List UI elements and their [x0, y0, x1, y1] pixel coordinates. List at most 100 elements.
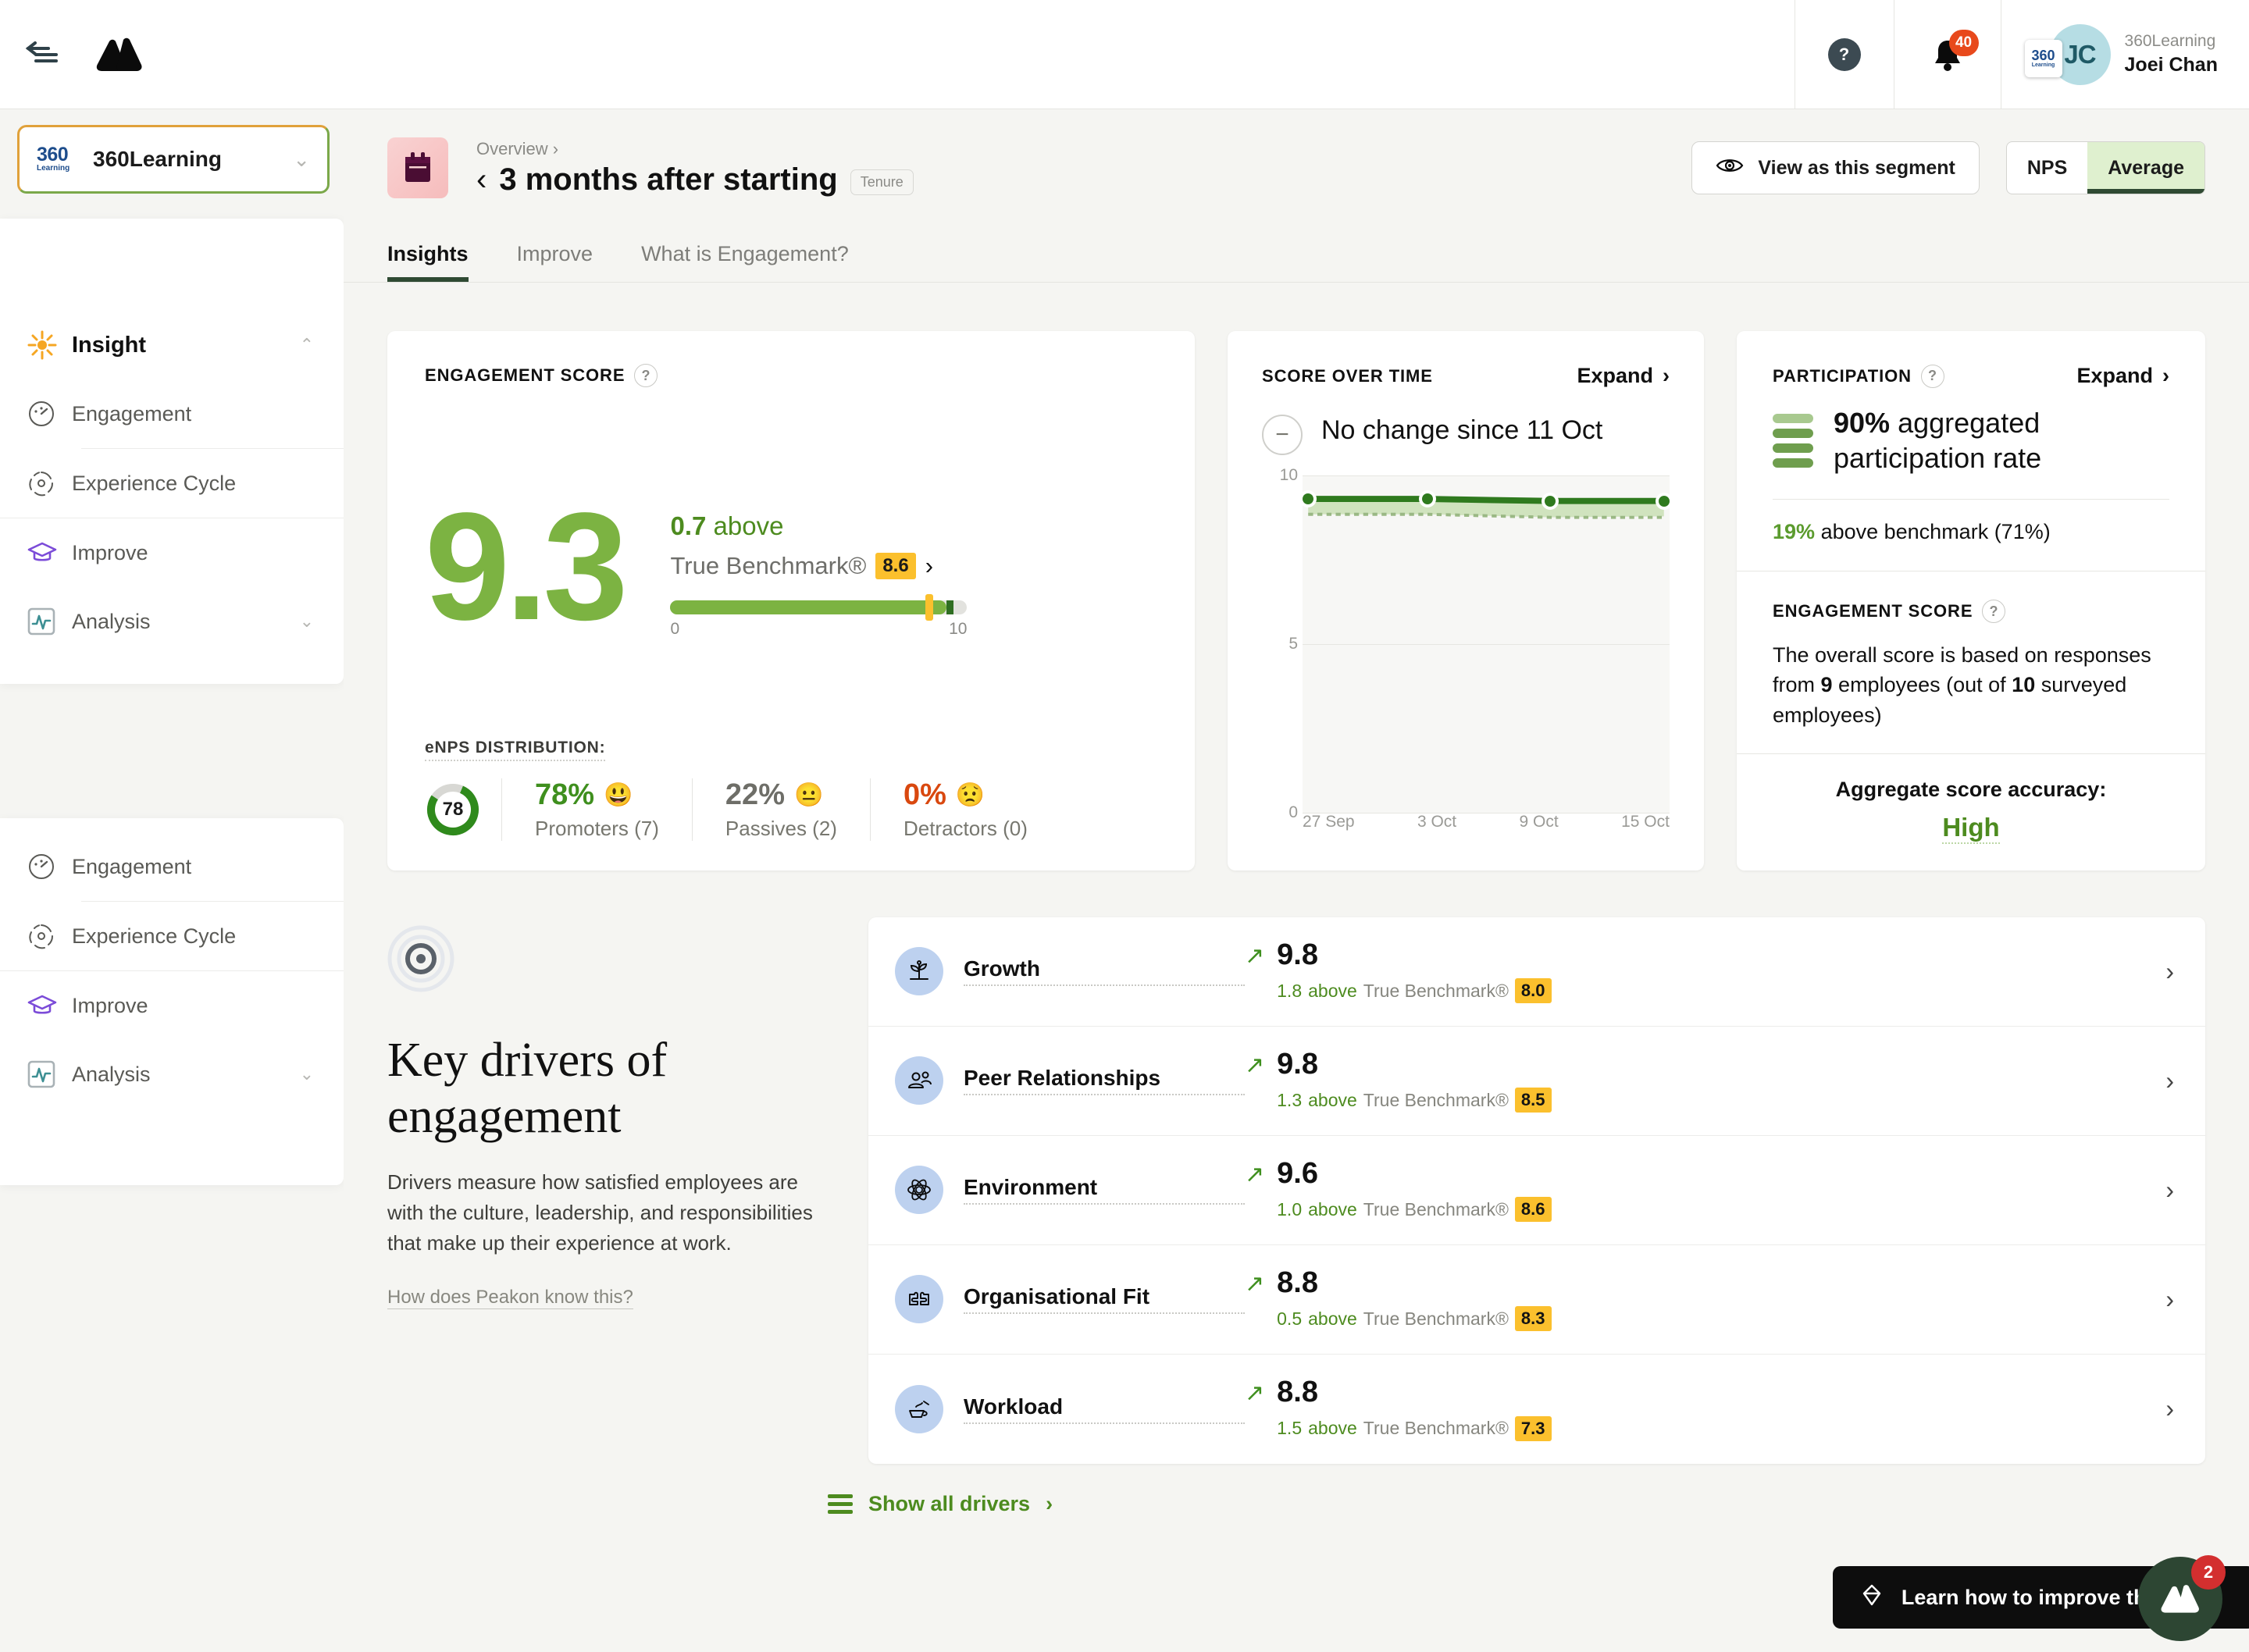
driver-name: Environment — [964, 1175, 1245, 1205]
sidebar-item-experience-cycle[interactable]: Experience Cycle — [0, 449, 344, 518]
benchmark-bar: 0 10 — [670, 594, 968, 639]
enps-passives-pct: 22% — [725, 778, 785, 811]
back-chevron-icon[interactable]: ‹ — [476, 162, 487, 198]
chevron-up-icon[interactable]: ⌃ — [300, 335, 314, 355]
target-icon — [387, 925, 454, 992]
show-all-drivers-button[interactable]: Show all drivers › — [828, 1492, 1053, 1516]
chevron-right-icon[interactable]: › — [2165, 1066, 2174, 1095]
x-tick: 15 Oct — [1621, 812, 1670, 831]
org-mini-logo: 360 Learning — [2024, 39, 2062, 77]
view-as-segment-button[interactable]: View as this segment — [1691, 141, 1980, 194]
notifications-button[interactable]: 40 — [1893, 0, 2001, 109]
list-icon — [828, 1494, 853, 1514]
table-row[interactable]: Workload ↗ 8.8 1.5 above True Benchmark®… — [868, 1355, 2205, 1464]
chevron-right-icon[interactable]: › — [2165, 957, 2174, 986]
sidebar-item-improve-2[interactable]: Improve — [0, 971, 344, 1040]
key-drivers-title: Key drivers of engagement — [387, 1033, 668, 1143]
arrow-up-icon: ↗ — [1245, 1052, 1265, 1078]
tab-insights[interactable]: Insights — [387, 242, 469, 282]
enps-passives: 22% 😐 Passives (2) — [691, 778, 870, 841]
table-row[interactable]: Peer Relationships ↗ 9.8 1.3 above True … — [868, 1027, 2205, 1136]
page-title-text: 3 months after starting — [499, 162, 838, 197]
enps-section: eNPS DISTRIBUTION: 78 78% 😃 Promoters (7… — [425, 739, 1157, 841]
key-drivers-intro: Key drivers of engagement Drivers measur… — [387, 917, 825, 1309]
chevron-right-icon[interactable]: › — [925, 552, 933, 580]
metric-option-nps[interactable]: NPS — [2007, 142, 2087, 194]
sidebar-item-improve[interactable]: Improve — [0, 518, 344, 587]
gauge-icon — [27, 852, 72, 881]
chevron-down-icon[interactable]: ⌄ — [293, 148, 310, 172]
fab-badge: 2 — [2191, 1555, 2226, 1590]
sidebar-item-label: Insight — [72, 332, 147, 358]
driver-delta-word: above — [1308, 1308, 1357, 1329]
expand-label: Expand — [1577, 364, 1653, 387]
expand-participation-button[interactable]: Expand › — [2076, 364, 2169, 388]
notification-badge: 40 — [1948, 29, 1979, 56]
metric-toggle[interactable]: NPS Average — [2005, 141, 2205, 194]
x-tick: 9 Oct — [1519, 812, 1559, 831]
chevron-down-icon[interactable]: ⌄ — [300, 611, 314, 632]
driver-benchmark-label: True Benchmark® — [1363, 980, 1509, 1001]
table-row[interactable]: Organisational Fit ↗ 8.8 0.5 above True … — [868, 1245, 2205, 1355]
table-row[interactable]: Environment ↗ 9.6 1.0 above True Benchma… — [868, 1136, 2205, 1245]
sidebar-item-engagement-2[interactable]: Engagement — [0, 832, 344, 901]
org-switcher[interactable]: 360 Learning 360Learning ⌄ — [17, 125, 330, 194]
help-icon[interactable]: ? — [1982, 600, 2006, 623]
participation-benchmark: 19% above benchmark (71%) — [1773, 520, 2169, 544]
benchmark-chip: 8.6 — [875, 553, 916, 580]
status-badge: Tenure — [850, 169, 914, 195]
chevron-right-icon[interactable]: › — [2165, 1394, 2174, 1423]
help-icon[interactable]: ? — [634, 364, 658, 387]
driver-delta: 1.5 — [1277, 1418, 1303, 1439]
metric-option-average[interactable]: Average — [2087, 142, 2204, 194]
sidebar-item-insight[interactable]: Insight ⌃ — [0, 311, 344, 379]
chevron-right-icon[interactable]: › — [2165, 1176, 2174, 1205]
chevron-down-icon[interactable]: ⌄ — [300, 1064, 314, 1084]
driver-delta: 1.8 — [1277, 980, 1303, 1001]
benchmark-marker — [925, 594, 934, 621]
driver-delta: 1.3 — [1277, 1089, 1303, 1110]
driver-score: 9.8 — [1277, 938, 1318, 971]
atom-icon — [895, 1166, 943, 1215]
breadcrumb[interactable]: Overview › — [476, 139, 1691, 159]
tab-what-is-engagement[interactable]: What is Engagement? — [641, 242, 849, 282]
score-over-time-card: SCORE OVER TIME Expand › − No change sin… — [1228, 331, 1704, 871]
summary-cards: ENGAGEMENT SCORE ? 9.3 0.7 above True Be… — [344, 283, 2249, 871]
driver-score: 9.8 — [1277, 1047, 1318, 1081]
key-drivers-description: Drivers measure how satisfied employees … — [387, 1170, 813, 1255]
sidebar-item-engagement[interactable]: Engagement — [0, 379, 344, 448]
peakon-logo[interactable] — [95, 37, 144, 73]
table-row[interactable]: Growth ↗ 9.8 1.8 above True Benchmark® 8… — [868, 917, 2205, 1027]
sidebar-item-analysis-2[interactable]: Analysis ⌄ — [0, 1040, 344, 1109]
drivers-footer: Show all drivers › — [344, 1464, 2249, 1516]
peakon-fab-button[interactable]: 2 — [2138, 1555, 2226, 1641]
gauge-icon — [27, 399, 72, 429]
scale-min: 0 — [670, 620, 680, 639]
tab-improve[interactable]: Improve — [517, 242, 593, 282]
participation-benchmark-delta: 19% — [1773, 520, 1816, 543]
user-menu[interactable]: JC 360 Learning 360Learning Joei Chan — [2000, 0, 2249, 109]
benchmark-row[interactable]: True Benchmark® 8.6 › — [670, 552, 967, 580]
user-org-name: 360Learning — [2124, 32, 2216, 51]
sidebar-item-label: Experience Cycle — [72, 471, 237, 495]
sidebar-item-experience-cycle-2[interactable]: Experience Cycle — [0, 902, 344, 970]
help-button[interactable]: ? — [1794, 0, 1894, 109]
driver-benchmark-chip: 8.0 — [1514, 978, 1552, 1004]
x-tick: 3 Oct — [1417, 812, 1457, 831]
driver-delta-word: above — [1308, 1418, 1357, 1439]
aggregate-score-accuracy: Aggregate score accuracy: High — [1737, 754, 2205, 871]
sidebar-item-analysis[interactable]: Analysis ⌄ — [0, 587, 344, 656]
collapse-sidebar-icon[interactable] — [22, 34, 64, 76]
driver-score: 9.6 — [1277, 1156, 1318, 1190]
score-change-text: No change since 11 Oct — [1321, 415, 1603, 445]
help-icon[interactable]: ? — [1920, 364, 1944, 388]
key-drivers-section: Key drivers of engagement Drivers measur… — [344, 871, 2249, 1464]
expand-score-over-time-button[interactable]: Expand › — [1577, 364, 1670, 388]
participation-rate: 90% aggregated participation rate — [1834, 405, 2169, 475]
smile-emoji-icon: 😃 — [604, 781, 633, 808]
minus-circle-icon: − — [1262, 415, 1303, 455]
chevron-right-icon[interactable]: › — [2165, 1285, 2174, 1314]
driver-benchmark-label: True Benchmark® — [1363, 1418, 1509, 1439]
how-does-peakon-know-link[interactable]: How does Peakon know this? — [387, 1287, 633, 1309]
puzzle-icon — [895, 1275, 943, 1324]
